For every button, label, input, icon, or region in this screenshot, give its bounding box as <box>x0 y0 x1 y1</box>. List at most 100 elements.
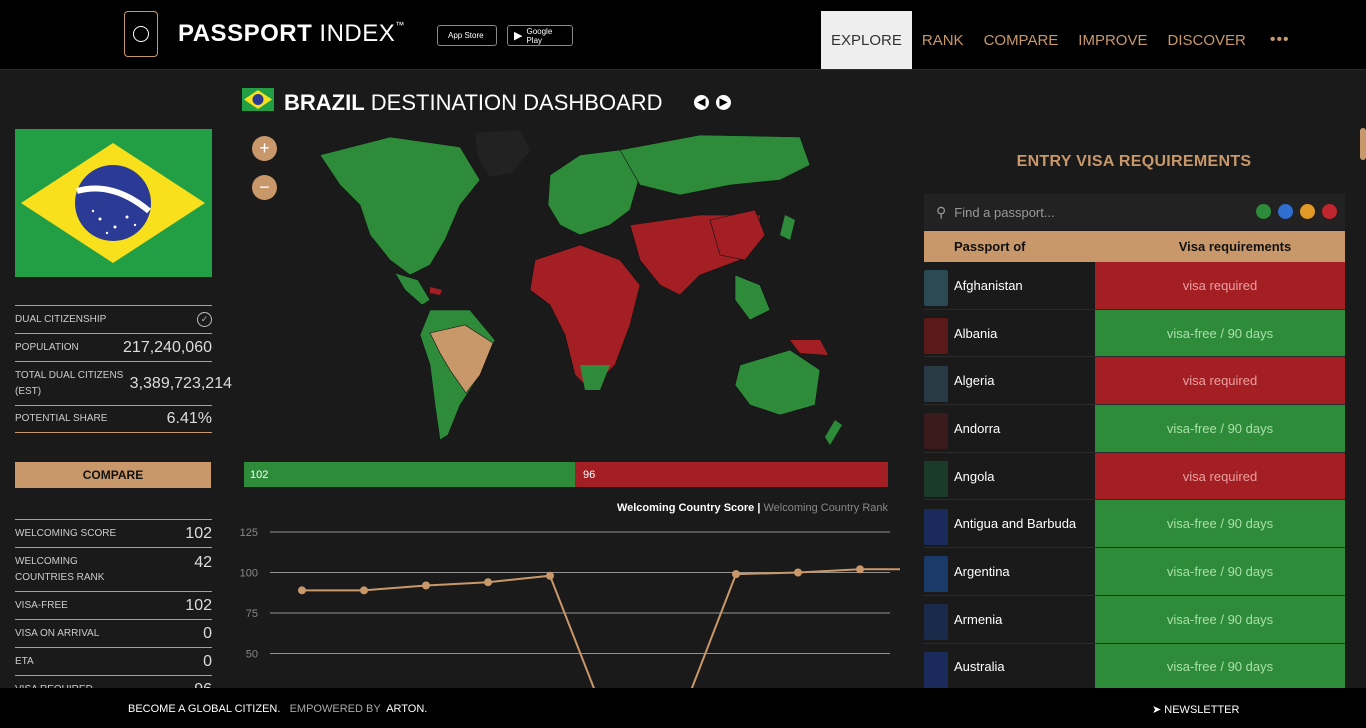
score-point <box>546 571 554 580</box>
score-line-chart: 125 100 75 50 <box>240 527 900 688</box>
stat-visa-free: VISA-FREE 102 <box>15 591 212 619</box>
table-row[interactable]: Argentina visa-free / 90 days <box>924 548 1345 596</box>
footer-cta[interactable]: BECOME A GLOBAL CITIZEN. EMPOWERED BY AR… <box>128 703 427 715</box>
passport-cover-icon <box>924 318 948 355</box>
y-tick-label: 75 <box>246 608 258 620</box>
table-row[interactable]: Albania visa-free / 90 days <box>924 309 1345 358</box>
search-icon: ⚲ <box>936 203 947 220</box>
arrow-left-icon[interactable]: ◀ <box>694 95 709 110</box>
passport-country-cell: Australia <box>924 643 1095 688</box>
nav-explore[interactable]: EXPLORE <box>821 11 912 69</box>
filter-green[interactable] <box>1256 204 1271 219</box>
col-visa-requirements[interactable]: Visa requirements <box>1125 239 1345 254</box>
stat-potential-share: POTENTIAL SHARE 6.41% <box>15 405 212 433</box>
nav-improve[interactable]: IMPROVE <box>1068 11 1157 69</box>
main-nav: EXPLORE RANK COMPARE IMPROVE DISCOVER ••… <box>821 11 1304 69</box>
app-store-button[interactable]: App Store <box>437 25 497 46</box>
legend-welcoming-score[interactable]: Welcoming Country Score <box>617 502 754 514</box>
score-point <box>422 581 430 590</box>
dashboard-title: BRAZIL DESTINATION DASHBOARD <box>284 90 663 115</box>
passport-cover-icon <box>924 604 948 641</box>
more-menu-icon[interactable]: ••• <box>1256 31 1304 49</box>
send-icon: ➤ <box>1152 704 1162 716</box>
zoom-out-button[interactable]: − <box>252 175 277 200</box>
table-row[interactable]: Andorra visa-free / 90 days <box>924 405 1345 453</box>
passport-country-cell: Argentina <box>924 548 1095 595</box>
visa-table-body: Afghanistan visa required Albania visa-free… <box>924 262 1345 688</box>
visa-requirement-cell: visa-free / 90 days <box>1095 309 1345 357</box>
stat-population: POPULATION 217,240,060 <box>15 333 212 361</box>
top-navigation-bar: PASSPORT INDEX™ App Store ▶ Google Play … <box>0 0 1366 70</box>
visa-requirement-cell: visa-free / 90 days <box>1095 548 1345 595</box>
y-tick-label: 100 <box>240 568 258 580</box>
passport-cover-icon <box>924 556 948 593</box>
passport-country-cell: Algeria <box>924 357 1095 405</box>
table-row[interactable]: Afghanistan visa required <box>924 262 1345 310</box>
arrow-right-icon[interactable]: ▶ <box>716 95 731 110</box>
visa-table-header: Passport of Visa requirements <box>924 231 1345 262</box>
passport-country-cell: Afghanistan <box>924 262 1095 309</box>
zoom-in-button[interactable]: + <box>252 136 277 161</box>
score-point <box>484 578 492 587</box>
visa-requirement-cell: visa-free / 90 days <box>1095 643 1345 688</box>
stat-visa-on-arrival: VISA ON ARRIVAL 0 <box>15 619 212 647</box>
table-row[interactable]: Angola visa required <box>924 452 1345 501</box>
table-row[interactable]: Australia visa-free / 90 days <box>924 643 1345 688</box>
nav-discover[interactable]: DISCOVER <box>1157 11 1255 69</box>
y-tick-label: 125 <box>240 527 258 539</box>
brand-name[interactable]: PASSPORT INDEX™ <box>178 20 405 48</box>
passport-search: ⚲ <box>924 194 1345 230</box>
y-tick-label: 50 <box>246 649 258 661</box>
passport-country-cell: Armenia <box>924 595 1095 643</box>
visa-requirement-cell: visa-free / 90 days <box>1095 500 1345 548</box>
table-row[interactable]: Antigua and Barbuda visa-free / 90 days <box>924 500 1345 549</box>
search-input[interactable] <box>954 204 1205 220</box>
score-line <box>302 568 900 688</box>
scrollbar-thumb[interactable] <box>1360 128 1366 160</box>
col-passport-of[interactable]: Passport of <box>924 239 1125 254</box>
score-point <box>856 565 864 574</box>
stat-dual-citizenship: DUAL CITIZENSHIP ✓ <box>15 305 212 333</box>
brazil-flag-small <box>242 88 274 111</box>
passport-country-cell: Andorra <box>924 405 1095 452</box>
score-point <box>732 570 740 579</box>
stat-total-dual-citizens: TOTAL DUAL CITIZENS (EST) 3,389,723,214 <box>15 361 232 405</box>
filter-orange[interactable] <box>1300 204 1315 219</box>
visa-requirement-cell: visa-free / 90 days <box>1095 595 1345 643</box>
passport-logo-icon[interactable] <box>124 11 158 57</box>
visa-requirement-cell: visa-free / 90 days <box>1095 405 1345 452</box>
visa-score-bar: 102 96 <box>244 462 888 487</box>
stat-eta: ETA 0 <box>15 647 212 675</box>
score-point <box>360 586 368 595</box>
stat-welcoming-rank: WELCOMING COUNTRIES RANK 42 <box>15 547 212 591</box>
score-bar-green: 102 <box>244 462 575 487</box>
footer: BECOME A GLOBAL CITIZEN. EMPOWERED BY AR… <box>0 688 1366 728</box>
filter-red[interactable] <box>1322 204 1337 219</box>
google-play-button[interactable]: ▶ Google Play <box>507 25 573 46</box>
entry-visa-title: ENTRY VISA REQUIREMENTS <box>1016 153 1252 170</box>
score-point <box>794 568 802 577</box>
passport-cover-icon <box>924 270 948 307</box>
stat-welcoming-score: WELCOMING SCORE 102 <box>15 519 212 547</box>
passport-country-cell: Albania <box>924 309 1095 357</box>
passport-cover-icon <box>924 508 948 545</box>
passport-country-cell: Angola <box>924 452 1095 500</box>
score-bar-red: 96 <box>575 462 888 487</box>
filter-dots <box>1256 204 1337 219</box>
nav-compare[interactable]: COMPARE <box>974 11 1069 69</box>
legend-welcoming-rank[interactable]: Welcoming Country Rank <box>763 502 888 514</box>
passport-cover-icon <box>924 651 948 688</box>
compare-button[interactable]: COMPARE <box>15 462 211 488</box>
brazil-flag <box>15 129 212 277</box>
table-row[interactable]: Algeria visa required <box>924 357 1345 406</box>
visa-requirement-cell: visa required <box>1095 357 1345 405</box>
table-row[interactable]: Armenia visa-free / 90 days <box>924 595 1345 644</box>
visa-requirement-cell: visa required <box>1095 262 1345 309</box>
passport-cover-icon <box>924 365 948 402</box>
passport-country-cell: Antigua and Barbuda <box>924 500 1095 548</box>
filter-blue[interactable] <box>1278 204 1293 219</box>
newsletter-link[interactable]: ➤ NEWSLETTER <box>1152 703 1239 716</box>
passport-cover-icon <box>924 413 948 450</box>
world-map[interactable] <box>280 125 880 450</box>
nav-rank[interactable]: RANK <box>912 11 974 69</box>
